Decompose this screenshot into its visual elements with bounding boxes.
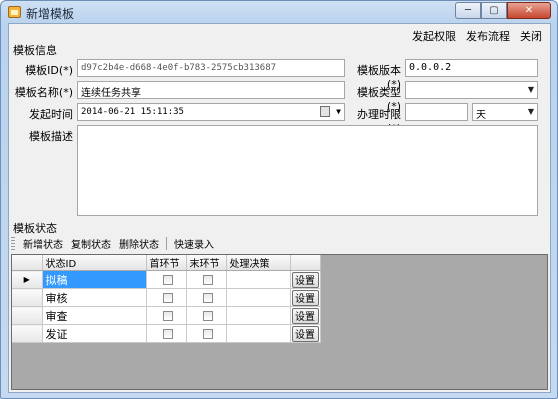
decision-cell[interactable] [226, 324, 291, 343]
chevron-down-icon[interactable]: ▼ [336, 107, 341, 116]
settings-cell: 设置 [290, 324, 321, 343]
window-title: 新增模板 [26, 7, 75, 21]
chevron-down-icon[interactable]: ▼ [528, 85, 534, 94]
last-step-checkbox[interactable] [202, 310, 213, 321]
close-window-icon[interactable]: ✕ [507, 2, 551, 19]
row-header[interactable] [12, 306, 43, 325]
last-step-checkbox[interactable] [202, 292, 213, 303]
first-step-cell[interactable] [146, 324, 187, 343]
first-step-cell[interactable] [146, 288, 187, 307]
start-time-label: 发起时间 [29, 108, 73, 121]
template-info-section-label: 模板信息 [13, 44, 57, 57]
settings-button[interactable]: 设置 [291, 271, 319, 288]
column-header-first-step[interactable]: 首环节 [146, 255, 187, 271]
row-header[interactable] [12, 288, 43, 307]
last-step-cell[interactable] [186, 324, 227, 343]
status-name-cell[interactable]: 发证 [42, 324, 147, 343]
app-window: 新增模板 ─ ▢ ✕ 发起权限 发布流程 关闭 模板信息 模板ID(*) d97… [0, 0, 558, 399]
table-row[interactable]: 审查 设置 [12, 306, 321, 325]
last-step-checkbox[interactable] [202, 328, 213, 339]
maximize-icon[interactable]: ▢ [481, 2, 507, 19]
table-row[interactable]: 发证 设置 [12, 324, 321, 343]
column-header-decision[interactable]: 处理决策 [226, 255, 291, 271]
first-step-checkbox[interactable] [162, 292, 173, 303]
top-menu: 发起权限 发布流程 关闭 [412, 28, 542, 44]
form-client: 发起权限 发布流程 关闭 模板信息 模板ID(*) d97c2b4e-d668-… [8, 23, 551, 393]
row-header[interactable] [12, 324, 43, 343]
column-header-last-step[interactable]: 末环节 [186, 255, 227, 271]
time-unit-value: 天 [476, 110, 486, 121]
status-grid[interactable]: 状态ID 首环节 末环节 处理决策 ▶ 拟稿 设置 审核 设置 审查 设置 发证… [11, 254, 548, 390]
column-header-settings [290, 255, 321, 271]
first-step-cell[interactable] [146, 270, 187, 289]
toolbar-separator [166, 237, 167, 250]
decision-cell[interactable] [226, 270, 291, 289]
status-table: 状态ID 首环节 末环节 处理决策 ▶ 拟稿 设置 审核 设置 审查 设置 发证… [12, 255, 321, 343]
last-step-cell[interactable] [186, 270, 227, 289]
settings-cell: 设置 [290, 306, 321, 325]
settings-button[interactable]: 设置 [291, 325, 319, 342]
start-time-value: 2014-06-21 15:11:35 [81, 107, 184, 117]
first-step-checkbox[interactable] [162, 310, 173, 321]
current-row-arrow-icon[interactable]: ▶ [12, 270, 43, 289]
description-textarea[interactable] [77, 125, 538, 216]
template-name-label: 模板名称(*) [14, 86, 73, 99]
first-step-checkbox[interactable] [162, 274, 173, 285]
template-version-field[interactable]: 0.0.0.2 [405, 59, 538, 77]
template-id-label: 模板ID(*) [25, 64, 73, 77]
window-controls: ─ ▢ ✕ [455, 2, 551, 20]
template-name-field[interactable]: 连续任务共享 [77, 81, 345, 99]
close-button[interactable]: 关闭 [520, 28, 542, 44]
settings-cell: 设置 [290, 288, 321, 307]
description-label: 模板描述 [29, 130, 73, 143]
start-permission-button[interactable]: 发起权限 [412, 28, 456, 44]
time-unit-select[interactable]: 天 ▼ [472, 103, 538, 121]
table-row[interactable]: 审核 设置 [12, 288, 321, 307]
last-step-cell[interactable] [186, 306, 227, 325]
status-toolbar: 新增状态 复制状态 删除状态 快速录入 [9, 234, 550, 253]
decision-cell[interactable] [226, 288, 291, 307]
last-step-checkbox[interactable] [202, 274, 213, 285]
first-step-cell[interactable] [146, 306, 187, 325]
template-type-select[interactable]: ▼ [405, 81, 538, 99]
settings-button[interactable]: 设置 [291, 307, 319, 324]
template-id-field[interactable]: d97c2b4e-d668-4e0f-b783-2575cb313687 [77, 59, 345, 77]
checkbox-icon[interactable] [320, 106, 330, 117]
app-icon [8, 6, 21, 18]
status-name-cell[interactable]: 审核 [42, 288, 147, 307]
status-name-cell[interactable]: 审查 [42, 306, 147, 325]
settings-button[interactable]: 设置 [291, 289, 319, 306]
table-row[interactable]: ▶ 拟稿 设置 [12, 270, 321, 289]
start-time-picker[interactable]: 2014-06-21 15:11:35 ▼ [77, 103, 345, 121]
copy-status-button[interactable]: 复制状态 [67, 236, 115, 251]
time-limit-field[interactable] [405, 103, 468, 121]
publish-flow-button[interactable]: 发布流程 [466, 28, 510, 44]
title-bar: 新增模板 ─ ▢ ✕ [1, 1, 557, 23]
quick-entry-button[interactable]: 快速录入 [170, 236, 218, 251]
minimize-icon[interactable]: ─ [455, 2, 481, 19]
first-step-checkbox[interactable] [162, 328, 173, 339]
header-row: 状态ID 首环节 末环节 处理决策 [12, 255, 321, 271]
decision-cell[interactable] [226, 306, 291, 325]
row-header-corner [12, 255, 43, 271]
chevron-down-icon[interactable]: ▼ [528, 107, 534, 116]
column-header-status-id[interactable]: 状态ID [42, 255, 147, 271]
toolbar-grip-icon[interactable] [11, 237, 15, 250]
settings-cell: 设置 [290, 270, 321, 289]
delete-status-button[interactable]: 删除状态 [115, 236, 163, 251]
add-status-button[interactable]: 新增状态 [19, 236, 67, 251]
status-name-cell[interactable]: 拟稿 [42, 270, 147, 289]
last-step-cell[interactable] [186, 288, 227, 307]
